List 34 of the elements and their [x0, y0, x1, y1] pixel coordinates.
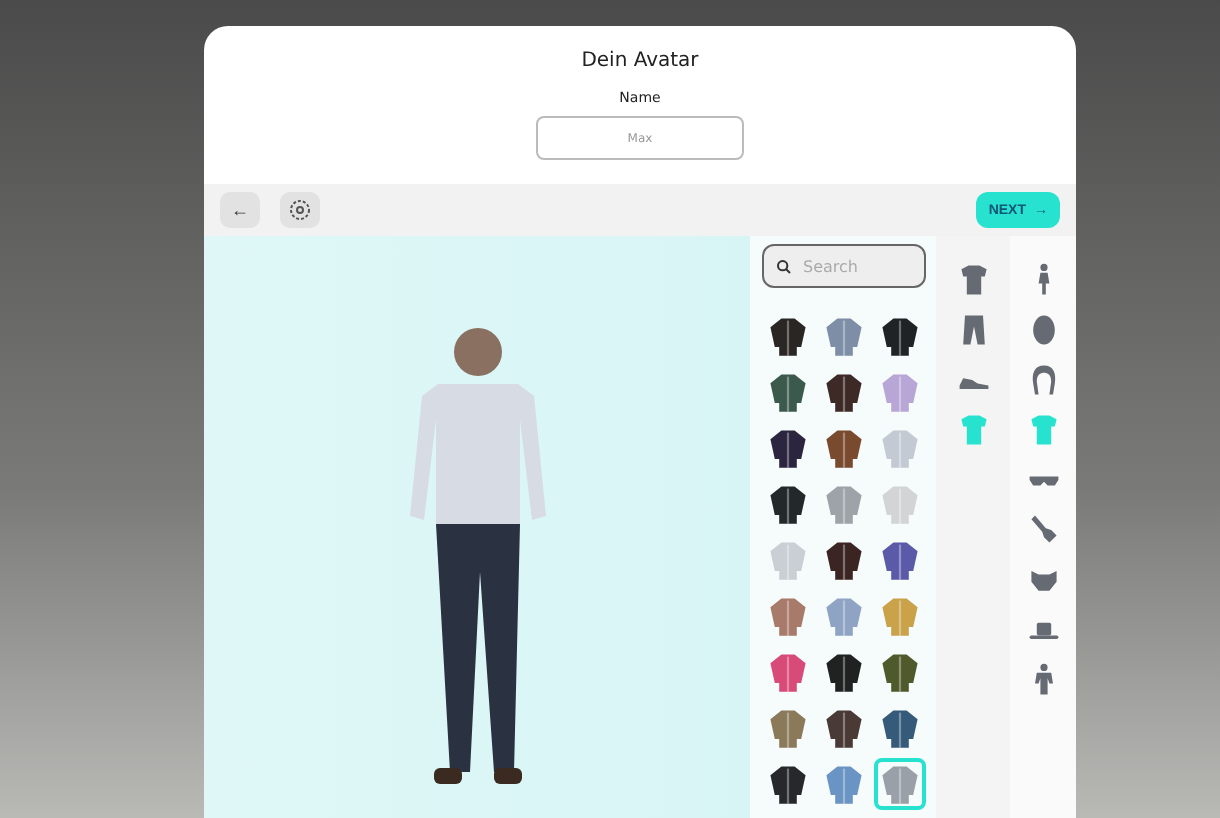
jacket-icon [821, 650, 865, 694]
settings-icon [288, 198, 312, 222]
jacket-icon [877, 650, 921, 694]
jacket-icon [765, 650, 809, 694]
settings-button[interactable] [280, 192, 320, 228]
jacket-icon [877, 482, 921, 526]
jacket-icon [765, 594, 809, 638]
jacket-icon [765, 482, 809, 526]
jacket-icon [821, 482, 865, 526]
jacket-icon [821, 762, 865, 806]
search-icon [775, 257, 791, 275]
jacket-icon [765, 762, 809, 806]
jacket-icon [877, 594, 921, 638]
dialog-title: Dein Avatar [581, 50, 699, 72]
jacket-icon [877, 314, 921, 358]
jacket-icon [765, 370, 809, 414]
jacket-icon [765, 314, 809, 358]
jacket-icon [765, 538, 809, 582]
jacket-icon [821, 538, 865, 582]
jacket-icon [877, 426, 921, 470]
jacket-icon [877, 762, 921, 806]
jacket-icon [821, 370, 865, 414]
jacket-icon [877, 706, 921, 750]
jacket-icon [877, 370, 921, 414]
jacket-icon [765, 706, 809, 750]
jacket-icon [877, 538, 921, 582]
back-button[interactable]: ← [220, 192, 260, 228]
jacket-icon [821, 594, 865, 638]
search-field[interactable]: Search [761, 244, 925, 288]
jacket-icon [821, 706, 865, 750]
jacket-icon [821, 426, 865, 470]
jacket-icon [821, 314, 865, 358]
jacket-icon [765, 426, 809, 470]
search-input[interactable]: Search [803, 257, 911, 275]
